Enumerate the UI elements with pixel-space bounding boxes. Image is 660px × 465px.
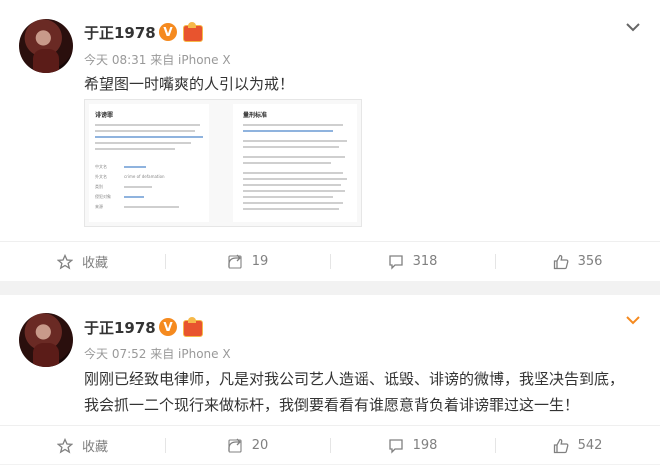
weibo-post: 于正1978 V 今天 08:31 来自 iPhone X 希望图一时嘴爽的人引… bbox=[0, 0, 660, 281]
image-caption: 中文名 bbox=[95, 164, 107, 169]
author-name[interactable]: 于正1978 bbox=[84, 317, 156, 338]
weibo-post: 于正1978 V 今天 07:52 来自 iPhone X 刚刚已经致电律师，凡… bbox=[0, 295, 660, 464]
favorite-button[interactable]: 收藏 bbox=[0, 426, 165, 465]
star-icon bbox=[56, 253, 73, 269]
like-button[interactable]: 542 bbox=[495, 426, 660, 465]
avatar[interactable] bbox=[19, 313, 73, 367]
repost-count: 20 bbox=[251, 438, 269, 453]
chevron-down-icon[interactable] bbox=[624, 18, 642, 36]
repost-icon bbox=[228, 254, 242, 269]
post-meta: 今天 08:31 来自 iPhone X bbox=[84, 53, 231, 67]
like-button[interactable]: 356 bbox=[495, 242, 660, 281]
image-caption: 类别 bbox=[95, 184, 103, 189]
post-text: 刚刚已经致电律师，凡是对我公司艺人造谣、诋毁、诽谤的微博，我坚决告到底，我会抓一… bbox=[84, 370, 625, 414]
favorite-button[interactable]: 收藏 bbox=[0, 242, 165, 281]
star-icon bbox=[56, 437, 73, 453]
repost-button[interactable]: 19 bbox=[165, 242, 330, 281]
favorite-label: 收藏 bbox=[81, 256, 108, 271]
image-caption: 侵犯对象 bbox=[95, 194, 111, 199]
repost-icon bbox=[228, 438, 242, 453]
post-meta: 今天 07:52 来自 iPhone X bbox=[84, 347, 231, 361]
verified-badge-icon: V bbox=[159, 318, 177, 336]
comment-button[interactable]: 198 bbox=[330, 426, 495, 465]
action-bar: 收藏 20 198 542 bbox=[0, 425, 660, 465]
comment-icon bbox=[388, 254, 403, 270]
action-bar: 收藏 19 318 356 bbox=[0, 241, 660, 281]
image-caption: 外文名 bbox=[95, 174, 107, 179]
image-left-title: 诽谤罪 bbox=[95, 112, 114, 119]
author-name[interactable]: 于正1978 bbox=[84, 22, 156, 43]
repost-button[interactable]: 20 bbox=[165, 426, 330, 465]
comment-icon bbox=[388, 438, 403, 454]
chevron-down-icon[interactable] bbox=[624, 311, 642, 329]
post-image[interactable]: 诽谤罪 中文名 外文名 crime of defamation 类别 侵犯对象 … bbox=[84, 99, 362, 227]
like-count: 542 bbox=[577, 438, 603, 453]
image-right-title: 量刑标准 bbox=[243, 112, 268, 119]
favorite-label: 收藏 bbox=[81, 440, 108, 455]
comment-count: 318 bbox=[412, 254, 438, 269]
thumbs-up-icon bbox=[553, 254, 569, 269]
comment-count: 198 bbox=[412, 438, 438, 453]
vip-crown-icon bbox=[183, 317, 203, 337]
image-caption: 来源 bbox=[95, 204, 103, 209]
avatar[interactable] bbox=[19, 19, 73, 73]
thumbs-up-icon bbox=[553, 438, 569, 453]
verified-badge-icon: V bbox=[159, 23, 177, 41]
image-left-panel: 诽谤罪 中文名 外文名 crime of defamation 类别 侵犯对象 … bbox=[89, 104, 209, 222]
image-right-panel: 量刑标准 bbox=[233, 104, 357, 222]
comment-button[interactable]: 318 bbox=[330, 242, 495, 281]
vip-crown-icon bbox=[183, 22, 203, 42]
post-text: 希望图一时嘴爽的人引以为戒！ bbox=[84, 75, 295, 93]
like-count: 356 bbox=[577, 254, 603, 269]
repost-count: 19 bbox=[251, 254, 269, 269]
image-caption: crime of defamation bbox=[124, 174, 165, 179]
